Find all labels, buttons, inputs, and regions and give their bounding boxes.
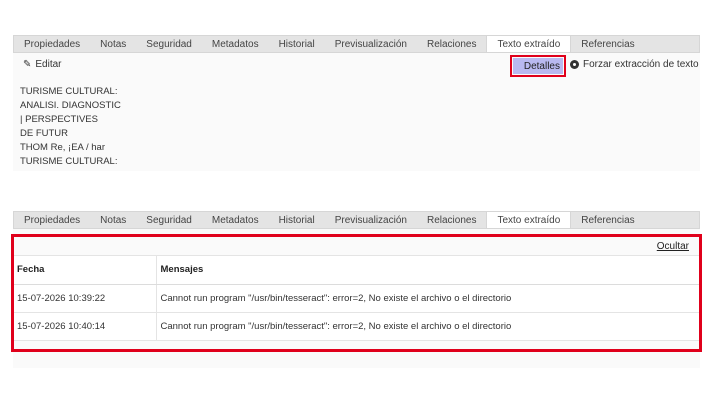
text-line: DE FUTUR <box>20 128 69 139</box>
tab-previsualizacion[interactable]: Previsualización <box>325 36 417 52</box>
tab-relaciones[interactable]: Relaciones <box>417 212 486 228</box>
hide-link[interactable]: Ocultar <box>657 241 689 252</box>
tab-propiedades[interactable]: Propiedades <box>14 212 90 228</box>
row-message: Cannot run program "/usr/bin/tesseract":… <box>156 312 699 341</box>
tab-texto-extraido[interactable]: Texto extraído <box>486 36 572 52</box>
tab-metadatos[interactable]: Metadatos <box>202 36 269 52</box>
details-panel: Propiedades Notas Seguridad Metadatos Hi… <box>11 211 702 368</box>
play-circle-icon <box>570 60 579 69</box>
text-line: | PERSPECTIVES <box>20 114 98 125</box>
extracted-text: TURISME CULTURAL: ANALISI. DIAGNOSTIC | … <box>20 85 121 169</box>
row-message: Cannot run program "/usr/bin/tesseract":… <box>156 284 699 313</box>
table-header-row: Fecha Mensajes <box>14 256 699 285</box>
tab-notas[interactable]: Notas <box>90 212 136 228</box>
text-toolbar: ✎ Editar Detalles Forzar extracción de t… <box>13 53 700 77</box>
log-table: Fecha Mensajes 15-07-2026 10:39:22 Canno… <box>14 256 699 341</box>
tab-texto-extraido[interactable]: Texto extraído <box>486 212 572 228</box>
pencil-icon: ✎ <box>23 59 32 70</box>
row-date: 15-07-2026 10:40:14 <box>14 312 157 341</box>
tab-metadatos[interactable]: Metadatos <box>202 212 269 228</box>
details-highlight: Detalles <box>510 55 566 77</box>
details-log-box: Ocultar Fecha Mensajes 15-07-2026 10:39:… <box>11 234 702 352</box>
column-header-date: Fecha <box>14 256 157 285</box>
edit-label: Editar <box>35 59 62 70</box>
extracted-text-panel: Propiedades Notas Seguridad Metadatos Hi… <box>13 35 700 171</box>
force-extraction-label: Forzar extracción de texto <box>583 59 699 70</box>
tab-historial[interactable]: Historial <box>269 36 325 52</box>
edit-button[interactable]: ✎ Editar <box>23 59 62 70</box>
tab-seguridad[interactable]: Seguridad <box>136 36 202 52</box>
tab-relaciones[interactable]: Relaciones <box>417 36 486 52</box>
column-header-messages: Mensajes <box>156 256 699 285</box>
tab-notas[interactable]: Notas <box>90 36 136 52</box>
table-row: 15-07-2026 10:39:22 Cannot run program "… <box>14 284 699 313</box>
table-row: 15-07-2026 10:40:14 Cannot run program "… <box>14 312 699 341</box>
tab-referencias[interactable]: Referencias <box>571 36 644 52</box>
text-line: THOM Re, ¡EA / har <box>20 142 105 153</box>
details-button[interactable]: Detalles <box>513 58 563 74</box>
hide-row: Ocultar <box>14 237 699 256</box>
tab-previsualizacion[interactable]: Previsualización <box>325 212 417 228</box>
text-line: TURISME CULTURAL: <box>20 156 118 167</box>
text-line: ANALISI. DIAGNOSTIC <box>20 100 121 111</box>
tab-bar: Propiedades Notas Seguridad Metadatos Hi… <box>13 35 700 53</box>
tab-referencias[interactable]: Referencias <box>571 212 644 228</box>
row-date: 15-07-2026 10:39:22 <box>14 284 157 313</box>
tab-bar: Propiedades Notas Seguridad Metadatos Hi… <box>13 211 700 229</box>
force-extraction-button[interactable]: Forzar extracción de texto <box>570 59 699 70</box>
tab-seguridad[interactable]: Seguridad <box>136 212 202 228</box>
tab-propiedades[interactable]: Propiedades <box>14 36 90 52</box>
tab-historial[interactable]: Historial <box>269 212 325 228</box>
text-line: TURISME CULTURAL: <box>20 86 118 97</box>
